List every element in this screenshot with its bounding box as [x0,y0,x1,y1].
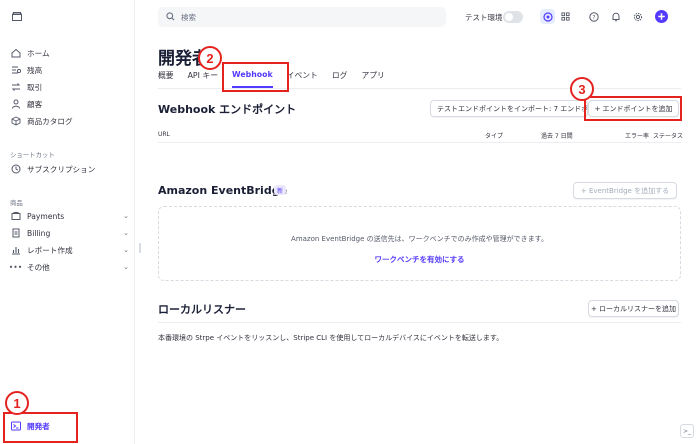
enable-workbench-link[interactable]: ワークベンチを有効にする [158,254,681,265]
test-mode-label: テスト環境 [465,13,503,22]
column-header-status: ステータス [653,133,684,140]
add-eventbridge-button[interactable]: + EventBridge を追加する [573,182,677,199]
payments-icon [10,211,21,222]
chevron-down-icon: ⌄ [123,263,129,271]
search-input[interactable]: 検索 [158,7,446,27]
product-catalog-icon [10,116,21,127]
sidebar-item-label: Billing [27,228,51,238]
sidebar-item-label: 顧客 [27,99,43,109]
search-icon [166,11,175,23]
products-heading: 商品 [10,199,23,207]
tab-events[interactable]: イベント [287,70,318,88]
test-mode-toggle[interactable] [503,11,523,23]
sidebar-resize-handle[interactable] [139,243,141,253]
add-local-listener-button[interactable]: + ローカルリスナーを追加 [588,300,679,317]
transactions-icon [10,82,21,93]
sidebar-item-reports[interactable]: レポート作成 ⌄ [10,243,129,257]
sidebar-item-product-catalog[interactable]: 商品カタログ [10,114,73,128]
sidebar-item-label: レポート作成 [27,245,73,255]
webhook-heading: Webhook エンドポイント [158,103,297,116]
chevron-down-icon: ⌄ [123,212,129,220]
apps-grid-icon[interactable] [558,9,573,24]
svg-text:?: ? [592,14,595,21]
reports-icon [10,245,21,256]
sidebar-item-label: ホーム [27,48,50,58]
subscription-icon [10,164,21,175]
sidebar-item-more[interactable]: ••• その他 ⌄ [8,260,129,274]
sidebar-item-payments[interactable]: Payments ⌄ [10,209,129,223]
notifications-bell-icon[interactable] [608,9,623,24]
sidebar-item-subscriptions[interactable]: サブスクリプション [10,162,95,176]
more-icon: ••• [8,262,23,272]
import-test-endpoints-button[interactable]: テストエンドポイントをインポート: 7 エンドポイント [430,100,588,117]
sidebar-item-balance[interactable]: 残高 [10,63,42,77]
sidebar-item-billing[interactable]: Billing ⌄ [10,226,129,240]
new-badge: 新 [274,185,287,195]
tab-apps[interactable]: アプリ [361,70,384,88]
help-icon[interactable]: ? [586,9,601,24]
console-icon[interactable]: >_ [680,424,694,438]
sidebar-item-home[interactable]: ホーム [10,46,50,60]
annotation-number-3: 3 [570,77,594,101]
customer-icon [10,99,21,110]
settings-gear-icon[interactable] [630,9,645,24]
home-icon [10,48,21,59]
annotation-box-add-endpoint [584,96,682,121]
assistant-icon[interactable] [540,9,555,24]
create-plus-icon[interactable] [654,9,669,24]
chevron-down-icon: ⌄ [123,246,129,254]
account-logo-icon[interactable] [12,12,22,21]
sidebar-item-label: サブスクリプション [27,164,96,174]
local-listener-description: 本番環境の Strpe イベントをリッスンし、Stripe CLI を使用してロ… [158,334,504,342]
tab-api-keys[interactable]: API キー [188,70,218,88]
sidebar-item-label: 残高 [27,65,43,75]
tab-overview[interactable]: 概要 [158,70,174,88]
sidebar-item-label: その他 [27,262,50,272]
table-divider [158,142,681,143]
column-header-url: URL [158,131,170,138]
shortcuts-heading: ショートカット [10,151,55,159]
annotation-box-developers [3,412,78,443]
sidebar-item-label: 商品カタログ [27,116,73,126]
column-header-error-rate: エラー率 [625,133,650,140]
billing-icon [10,228,21,239]
column-header-type: タイプ [485,133,504,140]
chevron-down-icon: ⌄ [123,229,129,237]
search-placeholder: 検索 [181,12,196,22]
sidebar-item-label: 取引 [27,82,43,92]
eventbridge-description: Amazon EventBridge の送信先は、ワークベンチでのみ作成や管理が… [291,235,548,243]
local-listener-heading: ローカルリスナー [158,303,246,316]
annotation-number-2: 2 [198,46,222,70]
sidebar: ホーム 残高 取引 顧客 商品カタログ ショートカット サブスクリプション 商品 [0,0,135,444]
eventbridge-heading: Amazon EventBridge [158,184,288,197]
balance-icon [10,65,21,76]
tab-logs[interactable]: ログ [332,70,348,88]
local-listener-divider [158,322,681,323]
sidebar-item-label: Payments [27,211,65,221]
column-header-last-7-days: 過去 7 日間 [541,133,573,140]
sidebar-item-transactions[interactable]: 取引 [10,80,42,94]
sidebar-item-customers[interactable]: 顧客 [10,97,42,111]
annotation-number-1: 1 [5,391,29,415]
annotation-box-webhook-tab [222,62,289,92]
